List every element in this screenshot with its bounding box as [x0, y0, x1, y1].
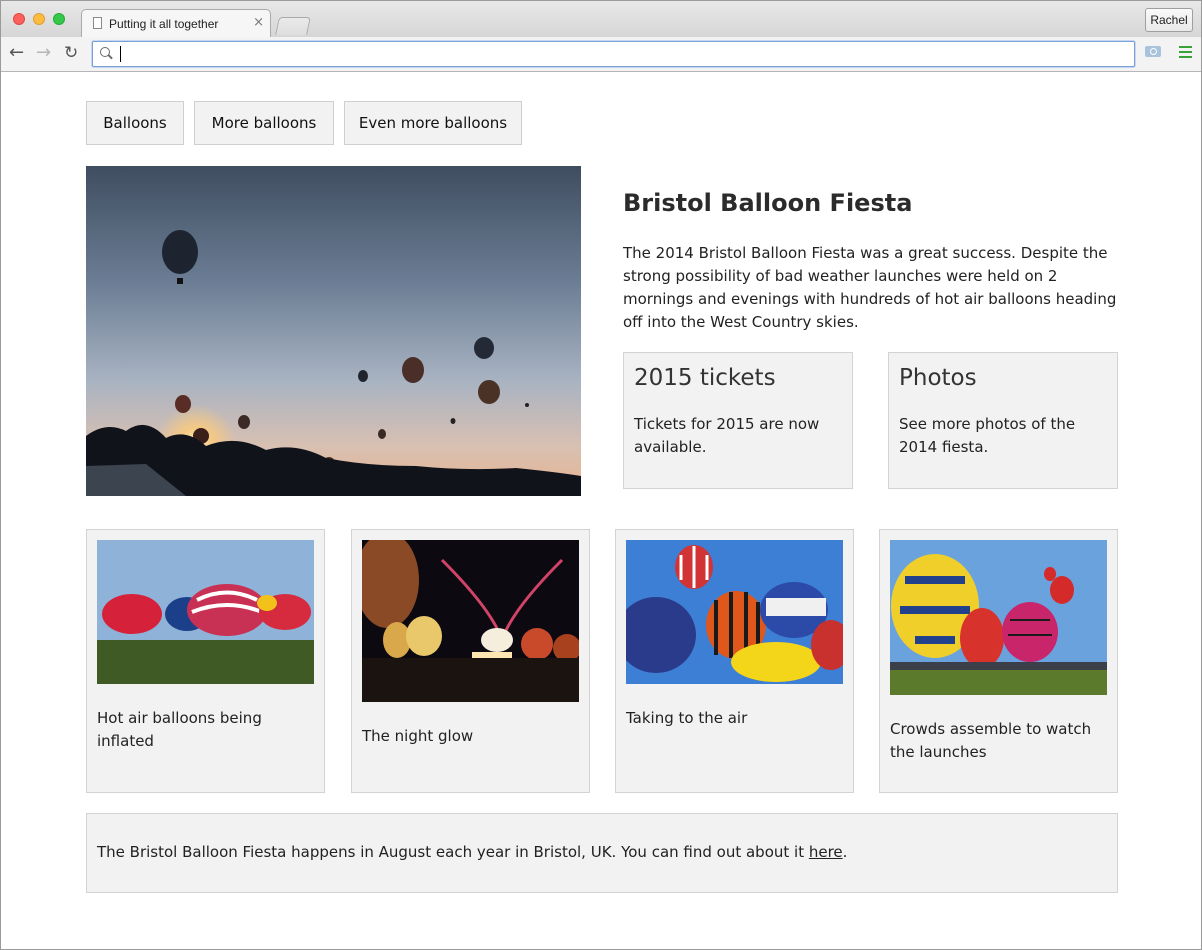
tab-strip: Putting it all together × Rachel: [1, 1, 1201, 37]
tab-title: Putting it all together: [109, 17, 219, 31]
browser-toolbar: ← → ↻: [1, 37, 1201, 72]
nav-button-more-balloons[interactable]: More balloons: [194, 101, 334, 145]
window-minimize-button[interactable]: [33, 13, 45, 25]
window-maximize-button[interactable]: [53, 13, 65, 25]
footer-text: The Bristol Balloon Fiesta happens in Au…: [97, 843, 847, 861]
address-input[interactable]: [119, 45, 1119, 63]
tab-close-button[interactable]: ×: [253, 15, 264, 30]
nav-button-balloons[interactable]: Balloons: [86, 101, 184, 145]
footer-box: The Bristol Balloon Fiesta happens in Au…: [86, 813, 1118, 893]
gallery-card[interactable]: The night glow: [351, 529, 590, 793]
camera-icon[interactable]: [1145, 46, 1161, 57]
taking-to-the-air-image: [626, 540, 843, 684]
card-caption: The night glow: [362, 727, 474, 745]
browser-window: Putting it all together × Rachel ← → ↻ B…: [0, 0, 1202, 950]
nav-button-even-more-balloons[interactable]: Even more balloons: [344, 101, 522, 145]
search-icon: [100, 47, 110, 57]
forward-arrow-icon[interactable]: →: [36, 43, 51, 63]
profile-button[interactable]: Rachel: [1145, 8, 1193, 32]
address-bar[interactable]: [92, 41, 1135, 67]
reload-icon[interactable]: ↻: [64, 43, 78, 63]
tickets-box[interactable]: 2015 tickets Tickets for 2015 are now av…: [623, 352, 853, 489]
page-content: Balloons More balloons Even more balloon…: [1, 72, 1201, 949]
balloons-inflating-image: [97, 540, 314, 684]
card-caption: Hot air balloons being inflated: [97, 709, 262, 750]
tickets-box-title: 2015 tickets: [634, 365, 776, 391]
night-glow-image: [362, 540, 579, 702]
new-tab-button[interactable]: [275, 17, 311, 35]
photos-box-text: See more photos of the 2014 fiesta.: [899, 415, 1076, 456]
gallery-card[interactable]: Taking to the air: [615, 529, 854, 793]
card-caption: Taking to the air: [626, 709, 748, 727]
window-close-button[interactable]: [13, 13, 25, 25]
menu-icon[interactable]: [1179, 46, 1192, 59]
page-icon: [93, 17, 102, 29]
gallery-card[interactable]: Crowds assemble to watch the launches: [879, 529, 1118, 793]
footer-link-here[interactable]: here: [809, 843, 843, 861]
footer-sentence: The Bristol Balloon Fiesta happens in Au…: [97, 843, 809, 861]
photos-box-title: Photos: [899, 365, 977, 391]
article-title: Bristol Balloon Fiesta: [623, 189, 913, 217]
article-body: The 2014 Bristol Balloon Fiesta was a gr…: [623, 244, 1117, 331]
card-caption: Crowds assemble to watch the launches: [890, 720, 1092, 761]
photos-box[interactable]: Photos See more photos of the 2014 fiest…: [888, 352, 1118, 489]
back-arrow-icon[interactable]: ←: [9, 43, 24, 63]
hero-image: [86, 166, 581, 496]
text-caret: [120, 46, 121, 62]
browser-tab[interactable]: Putting it all together ×: [81, 9, 271, 37]
gallery-card[interactable]: Hot air balloons being inflated: [86, 529, 325, 793]
tickets-box-text: Tickets for 2015 are now available.: [634, 415, 820, 456]
crowds-assemble-image: [890, 540, 1107, 695]
footer-period: .: [842, 843, 848, 861]
